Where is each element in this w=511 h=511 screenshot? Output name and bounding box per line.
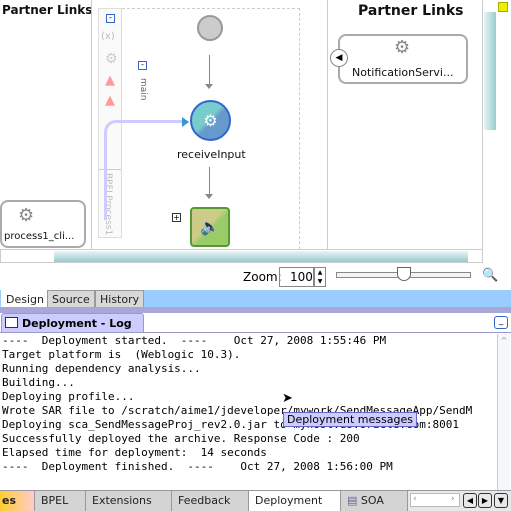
event-icon[interactable]: ▲ (105, 93, 115, 108)
collapse-icon[interactable]: - (106, 14, 115, 23)
right-service-label: NotificationServi... (352, 66, 454, 79)
log-output[interactable]: ---- Deployment started. ---- Oct 27, 20… (2, 334, 496, 490)
tab-deployment[interactable]: Deployment (249, 491, 341, 511)
left-partner-links-title: Partner Links (2, 3, 93, 17)
log-line: Deploying sca_SendMessageProj_rev2.0.jar… (2, 418, 459, 431)
mouse-cursor-icon: ➤ (282, 391, 293, 406)
scope-label: main (138, 78, 148, 101)
zoom-slider-thumb[interactable] (396, 267, 411, 281)
tab-bpel[interactable]: BPEL (35, 491, 86, 511)
log-line: Elapsed time for deployment: 14 seconds (2, 446, 267, 459)
log-line: Deploying profile... (2, 390, 135, 403)
zoom-label: Zoom: (243, 270, 282, 284)
log-tab[interactable]: Deployment - Log (1, 313, 144, 333)
tab-next-button[interactable]: ▶ (478, 493, 492, 508)
log-icon (5, 317, 18, 328)
port-arrow-icon[interactable]: ◀ (330, 49, 348, 67)
zoom-stepper[interactable]: ▲ ▼ (314, 267, 326, 287)
horizontal-scrollbar[interactable] (0, 249, 483, 263)
minimize-button[interactable]: _ (494, 316, 508, 329)
vertical-scrollbar[interactable] (482, 0, 496, 249)
speaker-icon: 🔈 (200, 217, 220, 236)
left-service-node[interactable]: ⚙ process1_cli... (0, 200, 86, 248)
variables-icon[interactable]: (x) (101, 31, 115, 42)
invoke-activity[interactable]: 🔈 (190, 207, 230, 247)
soa-icon: ▤ (347, 494, 358, 507)
left-service-label: process1_cli... (4, 231, 75, 242)
tooltip: Deployment messages (283, 412, 417, 427)
scroll-right-icon[interactable]: › (451, 494, 455, 504)
tabs-scroller[interactable]: ‹ › (410, 493, 460, 507)
tab-properties[interactable]: es (0, 491, 35, 511)
receive-input-label: receiveInput (177, 148, 246, 161)
log-line: Building... (2, 376, 75, 389)
tab-extensions[interactable]: Extensions (86, 491, 172, 511)
log-line: Running dependency analysis... (2, 362, 201, 375)
log-line: Successfully deployed the archive. Respo… (2, 432, 360, 445)
log-line: Wrote SAR file to /scratch/aime1/jdevelo… (2, 404, 473, 417)
log-title: Deployment - Log (22, 317, 132, 330)
zoom-input[interactable]: 100 (279, 267, 314, 287)
receive-input-activity[interactable]: ⚙ (190, 100, 231, 141)
bpel-canvas[interactable]: Partner Links Partner Links - (x) ⚙ ▲ ▲ … (0, 0, 483, 249)
zoom-fit-icon[interactable]: 🔍 (482, 268, 498, 283)
overview-marker (498, 2, 508, 12)
log-line: Target platform is (Weblogic 10.3). (2, 348, 241, 361)
tab-soa-label: SOA (360, 494, 384, 507)
service-gear-icon: ⚙ (394, 37, 411, 58)
log-panel-header: Deployment - Log _ (0, 313, 511, 333)
tab-list-button[interactable]: ▼ (494, 493, 508, 508)
tab-feedback[interactable]: Feedback (172, 491, 249, 511)
scroll-left-icon[interactable]: ‹ (413, 494, 417, 504)
gear-icon: ⚙ (203, 111, 218, 130)
right-partner-links-title: Partner Links (358, 3, 464, 19)
gear-icon[interactable]: ⚙ (105, 51, 118, 67)
start-node[interactable] (197, 15, 223, 41)
partner-link-wire (104, 120, 184, 220)
log-line: ---- Deployment finished. ---- Oct 27, 2… (2, 460, 393, 473)
tab-prev-button[interactable]: ◀ (463, 493, 477, 508)
fault-icon[interactable]: ▲ (105, 73, 115, 88)
log-line: ---- Deployment started. ---- Oct 27, 20… (2, 334, 387, 347)
tab-soa[interactable]: ▤ SOA (341, 491, 408, 511)
scope-collapse-icon[interactable]: - (138, 61, 147, 70)
service-gear-icon: ⚙ (18, 205, 35, 226)
right-service-node[interactable]: ⚙ NotificationServi... (338, 34, 468, 84)
log-vertical-scrollbar[interactable]: ^ (497, 334, 510, 490)
